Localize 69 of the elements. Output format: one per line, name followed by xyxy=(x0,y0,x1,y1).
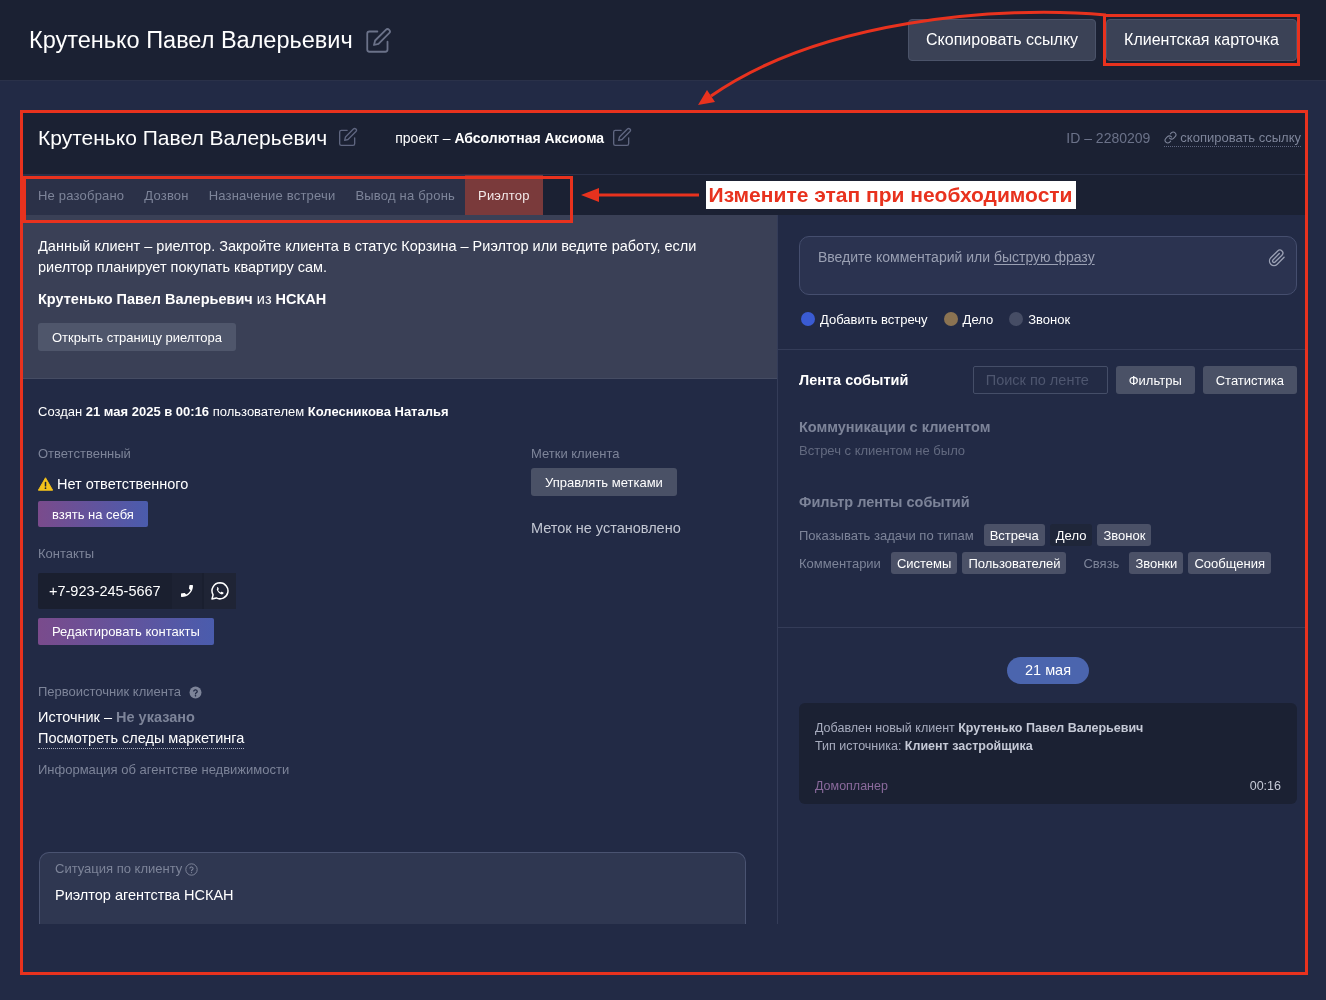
header-button[interactable]: Клиентская карточка xyxy=(1106,19,1297,61)
warning-icon xyxy=(38,477,53,491)
edit-icon[interactable] xyxy=(364,26,392,54)
feed-button[interactable]: Статистика xyxy=(1202,366,1297,394)
field-label: Контакты xyxy=(38,545,95,563)
phone-bubble-icon xyxy=(209,581,230,601)
field-label: Первоисточник клиента xyxy=(38,683,181,701)
responsible-value: Нет ответственного xyxy=(57,475,189,494)
edit-icon[interactable] xyxy=(612,127,633,147)
field-label: Метки клиента xyxy=(531,445,620,463)
page-title: Крутенько Павел Валерьевич xyxy=(29,26,353,55)
edit-icon[interactable] xyxy=(338,127,359,147)
take-button[interactable]: взять на себя xyxy=(38,501,148,527)
field-label: Информация об агентстве недвижимости xyxy=(38,761,290,779)
event-text: Добавлен новый клиент Крутенько Павел Валерьевич xyxy=(815,720,1144,737)
notice-text: Данный клиент – риелтор. Закройте клиента в статус Корзина – Риэлтор или ведите работу, если риелтор планирует покупать квартиру сам. xyxy=(38,237,698,277)
event-type-option[interactable]: Добавить встречу xyxy=(799,310,928,328)
tags-empty-text: Меток не установлено xyxy=(531,519,681,538)
manage-tags-button[interactable]: Управлять метками xyxy=(531,468,677,496)
comment-field[interactable]: Введите комментарий или быструю фразу xyxy=(799,236,1297,295)
feed-title: Лента событий xyxy=(799,372,910,388)
edit-contacts-button[interactable]: Редактировать контакты xyxy=(38,618,214,645)
call-button[interactable] xyxy=(171,573,202,609)
filter-label: Показывать задачи по типам xyxy=(799,527,974,543)
filter-chip[interactable]: Сообщения xyxy=(1188,552,1271,574)
phone-number: +7-923-245-5667 xyxy=(48,582,162,601)
header-button[interactable]: Скопировать ссылку xyxy=(908,19,1097,61)
situation-label: Ситуация по клиенту xyxy=(55,860,183,878)
filter-label: Связь xyxy=(1083,555,1120,571)
copy-link[interactable]: скопировать ссылку xyxy=(1164,129,1301,147)
message-button[interactable] xyxy=(203,573,236,609)
event-time: 00:16 xyxy=(1249,778,1281,795)
date-badge: 21 мая xyxy=(1006,657,1089,684)
paperclip-icon[interactable] xyxy=(1268,249,1286,267)
filter-chip[interactable]: Системы xyxy=(890,552,958,574)
event-type-option[interactable]: Дело xyxy=(941,310,994,328)
help-icon xyxy=(185,862,199,876)
filter-label: Комментарии xyxy=(799,555,881,571)
client-name: Крутенько Павел Валерьевич xyxy=(38,125,328,151)
help-icon xyxy=(188,685,202,699)
filter-chip[interactable]: Встреча xyxy=(983,524,1045,546)
client-id: ID – 2280209 xyxy=(1066,129,1151,148)
callout-label: Измените этап при необходимости xyxy=(705,181,1076,209)
situation-field[interactable]: Ситуация по клиенту Риэлтор агентства НСКАН xyxy=(39,852,746,924)
phone-icon xyxy=(178,583,195,599)
stage-tab[interactable]: Риэлтор xyxy=(465,175,543,215)
project-name: проект – Абсолютная Аксиома xyxy=(395,129,605,148)
filter-chip[interactable]: Дело xyxy=(1049,524,1093,546)
created-text: Создан 21 мая 2025 в 00:16 пользователем Колесникова Наталья xyxy=(38,403,450,421)
open-realtor-button[interactable]: Открыть страницу риелтора xyxy=(38,323,236,351)
stage-tab[interactable]: Не разобрано xyxy=(28,175,135,215)
filter-chip[interactable]: Звонок xyxy=(1097,524,1152,546)
marketing-link[interactable]: Посмотреть следы маркетинга xyxy=(38,729,245,749)
section-title: Фильтр ленты событий xyxy=(799,493,970,512)
situation-value: Риэлтор агентства НСКАН xyxy=(55,886,234,905)
comment-placeholder: Введите комментарий или xyxy=(818,249,991,265)
section-title: Коммуникации с клиентом xyxy=(799,418,991,437)
field-label: Ответственный xyxy=(38,445,131,463)
feed-button[interactable]: Фильтры xyxy=(1115,366,1195,394)
quick-phrase-link[interactable]: быструю фразу xyxy=(993,249,1095,265)
event-text: Тип источника: Клиент застройщика xyxy=(815,738,1033,755)
filter-chip[interactable]: Звонки xyxy=(1129,552,1184,574)
event-type-option[interactable]: Звонок xyxy=(1007,310,1071,328)
empty-text: Встреч с клиентом не было xyxy=(799,442,966,460)
link-icon xyxy=(1164,131,1178,144)
event-author: Домопланер xyxy=(815,778,888,795)
filter-chip[interactable]: Пользователей xyxy=(962,552,1067,574)
realtor-text: Крутенько Павел Валерьевич из НСКАН xyxy=(38,290,328,309)
source-text: Источник – Не указано xyxy=(38,708,195,727)
